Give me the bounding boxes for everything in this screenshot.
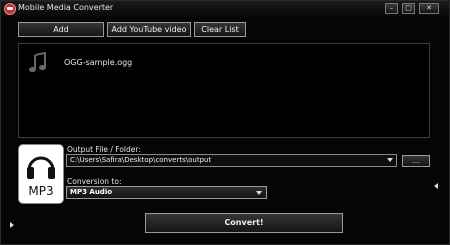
output-folder-label: Output File / Folder: [67,145,141,154]
add-youtube-video-button[interactable]: Add YouTube video [107,22,191,37]
collapse-panel-icon[interactable] [10,222,14,228]
headphones-icon [27,156,55,179]
format-tile-label: MP3 [28,184,54,198]
app-window: Mobile Media Converter – □ ✕ Add Add You… [0,0,450,245]
title-bar[interactable]: Mobile Media Converter – □ ✕ [1,1,449,17]
output-path-value: C:\Users\Safira\Desktop\converts\output [70,156,212,164]
chevron-down-icon [256,191,262,195]
music-note-icon [29,52,46,73]
maximize-button[interactable]: □ [402,3,415,14]
convert-button[interactable]: Convert! [145,213,343,233]
expand-panel-icon[interactable] [434,183,438,189]
conversion-label: Conversion to: [67,177,122,186]
conversion-select[interactable]: MP3 Audio [66,186,267,199]
chevron-down-icon[interactable] [387,158,393,162]
output-path-field[interactable]: C:\Users\Safira\Desktop\converts\output [66,154,397,167]
add-button[interactable]: Add [18,22,104,37]
list-item-name: OGG-sample.ogg [64,58,133,67]
format-tile: MP3 [18,144,64,204]
close-button[interactable]: ✕ [419,3,439,14]
minimize-button[interactable]: – [385,3,398,14]
file-list[interactable]: OGG-sample.ogg [18,43,430,138]
window-title: Mobile Media Converter [18,3,114,12]
browse-button[interactable]: ... [402,155,430,167]
app-logo-icon [4,3,16,15]
conversion-selected-value: MP3 Audio [70,188,113,196]
clear-list-button[interactable]: Clear List [194,22,246,37]
